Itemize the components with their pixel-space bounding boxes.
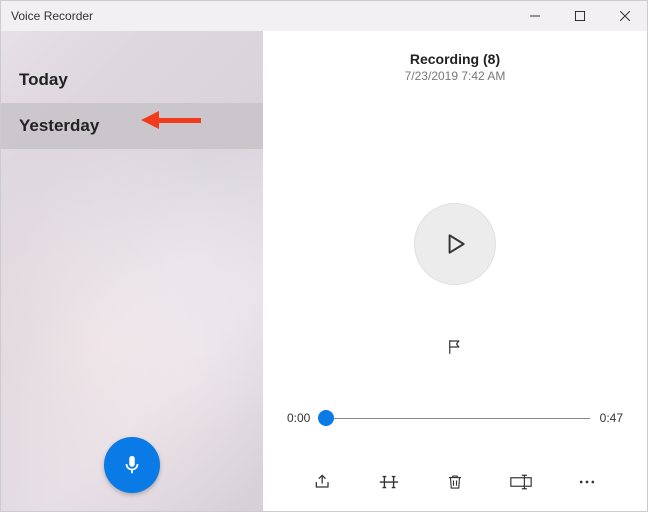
app-title: Voice Recorder: [11, 9, 93, 23]
minimize-icon: [530, 11, 540, 21]
more-button[interactable]: [574, 469, 600, 495]
playback-slider[interactable]: [320, 418, 589, 419]
play-icon: [442, 231, 468, 257]
slider-thumb[interactable]: [318, 410, 334, 426]
microphone-icon: [121, 454, 143, 476]
title-bar: Voice Recorder: [1, 1, 647, 31]
more-icon: [577, 472, 597, 492]
record-button[interactable]: [104, 437, 160, 493]
window-controls: [512, 1, 647, 31]
maximize-button[interactable]: [557, 1, 602, 31]
sidebar-group-today[interactable]: Today: [1, 57, 263, 103]
minimize-button[interactable]: [512, 1, 557, 31]
trim-button[interactable]: [376, 469, 402, 495]
recordings-sidebar: Today Yesterday: [1, 31, 263, 511]
add-marker-button[interactable]: [441, 333, 469, 361]
maximize-icon: [575, 11, 585, 21]
current-time: 0:00: [287, 411, 310, 425]
trash-icon: [446, 472, 464, 492]
share-icon: [313, 472, 333, 492]
recording-title: Recording (8): [410, 51, 500, 67]
annotation-arrow: [141, 111, 201, 129]
flag-icon: [446, 338, 464, 356]
delete-button[interactable]: [442, 469, 468, 495]
trim-icon: [378, 472, 400, 492]
group-label: Yesterday: [19, 116, 99, 136]
close-icon: [620, 11, 630, 21]
app-body: Today Yesterday Recording (8) 7/23/2019 …: [1, 31, 647, 511]
close-button[interactable]: [602, 1, 647, 31]
recording-datetime: 7/23/2019 7:42 AM: [405, 69, 506, 83]
duration-time: 0:47: [600, 411, 623, 425]
sidebar-group-yesterday[interactable]: Yesterday: [1, 103, 263, 149]
playback-panel: Recording (8) 7/23/2019 7:42 AM 0:00 0:4…: [263, 31, 647, 511]
playback-slider-row: 0:00 0:47: [287, 411, 623, 425]
action-bar: [263, 469, 647, 495]
rename-button[interactable]: [508, 469, 534, 495]
group-label: Today: [19, 70, 68, 90]
rename-icon: [510, 474, 532, 490]
app-window: Voice Recorder Today Yesterday: [0, 0, 648, 512]
play-button[interactable]: [414, 203, 496, 285]
share-button[interactable]: [310, 469, 336, 495]
